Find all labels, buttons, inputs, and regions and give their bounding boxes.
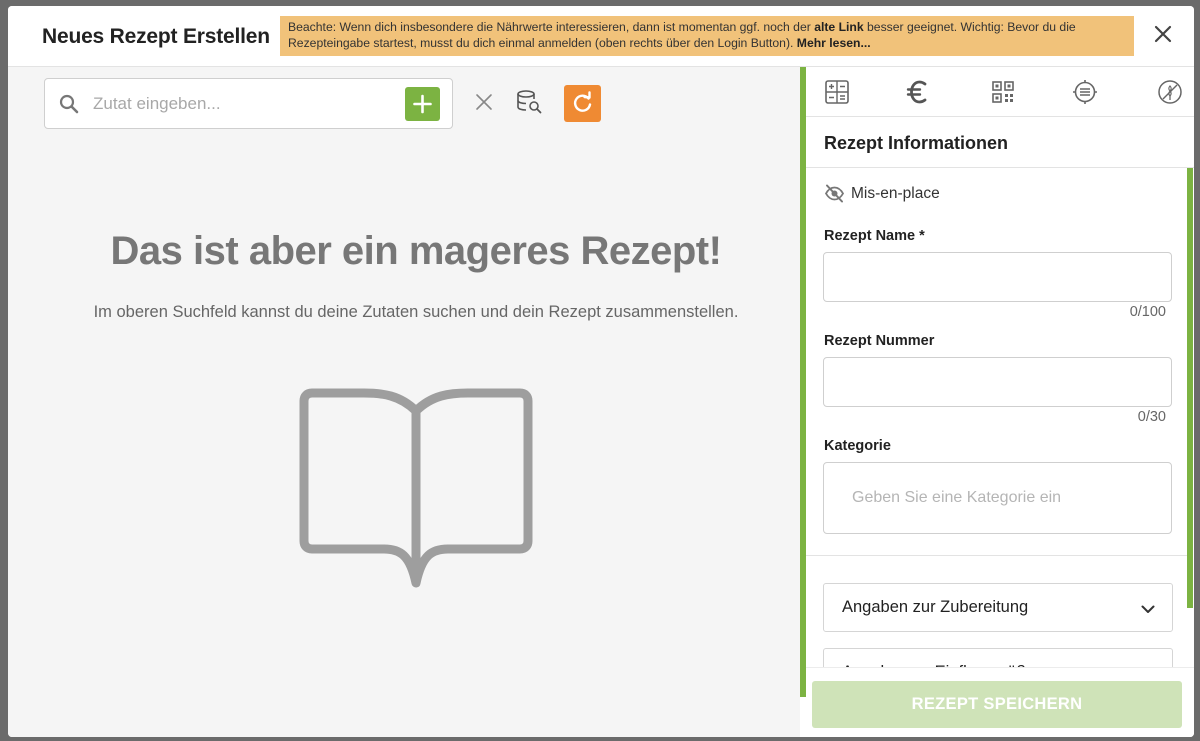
old-link[interactable]: alte Link: [814, 20, 863, 34]
recipe-number-label: Rezept Nummer: [824, 333, 935, 349]
modal-title: Neues Rezept Erstellen: [42, 25, 270, 48]
divider: [806, 555, 1187, 556]
close-icon: [476, 94, 492, 110]
side-tab-bar: [806, 67, 1194, 117]
accordion-preparation-label: Angaben zur Zubereitung: [842, 598, 1029, 616]
search-icon: [59, 94, 79, 114]
notice-banner: Beachte: Wenn dich insbesondere die Nähr…: [280, 16, 1134, 56]
scrollbar[interactable]: [1187, 168, 1193, 608]
empty-state-subtitle: Im oberen Suchfeld kannst du deine Zutat…: [93, 303, 739, 321]
divider: [806, 167, 1194, 168]
save-recipe-button[interactable]: REZEPT SPEICHERN: [812, 681, 1182, 728]
close-button[interactable]: [1152, 23, 1174, 45]
close-icon: [1154, 25, 1172, 43]
modal-header: Neues Rezept Erstellen Beachte: Wenn dic…: [8, 6, 1194, 67]
mise-en-place-label: Mis-en-place: [851, 185, 940, 202]
ingredient-search-box: [44, 78, 453, 129]
target-list-icon: [1073, 80, 1097, 104]
recipe-info-title: Rezept Informationen: [824, 133, 1009, 153]
recipe-number-counter: 0/30: [1137, 409, 1166, 425]
qr-code-icon: [992, 81, 1014, 103]
ingredient-search-input[interactable]: [93, 91, 393, 117]
wheat-icon: [1158, 80, 1182, 104]
database-search-button[interactable]: [515, 88, 543, 116]
tab-costs[interactable]: [904, 78, 932, 106]
database-search-icon: [517, 90, 542, 114]
category-label: Kategorie: [824, 438, 891, 454]
recipe-name-counter: 0/100: [1129, 304, 1166, 320]
new-recipe-modal: Neues Rezept Erstellen Beachte: Wenn dic…: [8, 6, 1194, 737]
recipe-name-label: Rezept Name *: [824, 228, 925, 244]
add-ingredient-button[interactable]: [405, 87, 440, 121]
accordion-preparation[interactable]: Angaben zur Zubereitung: [823, 583, 1173, 632]
recipe-info-panel: Rezept Informationen Mis-en-place Rezept…: [806, 67, 1194, 737]
clear-search-button[interactable]: [474, 92, 494, 112]
ingredient-panel: Das ist aber ein mageres Rezept! Im ober…: [8, 67, 800, 737]
category-input[interactable]: [823, 462, 1172, 534]
eye-off-icon: [824, 184, 845, 203]
tab-nutrition[interactable]: [823, 78, 851, 106]
calculator-icon: [825, 80, 849, 104]
recipe-name-input[interactable]: [823, 252, 1172, 302]
plus-icon: [413, 94, 432, 114]
chevron-down-icon: [1141, 605, 1155, 613]
panel-footer: REZEPT SPEICHERN: [806, 667, 1194, 737]
refresh-button[interactable]: [564, 85, 601, 122]
tab-gluten[interactable]: [1156, 78, 1184, 106]
euro-icon: [906, 80, 927, 104]
open-book-icon: [299, 388, 533, 588]
recipe-number-input[interactable]: [823, 357, 1172, 407]
tab-allergens[interactable]: [1071, 78, 1099, 106]
read-more-link[interactable]: Mehr lesen...: [797, 36, 871, 50]
tab-qr-code[interactable]: [989, 78, 1017, 106]
empty-state-title: Das ist aber ein mageres Rezept!: [110, 229, 722, 273]
refresh-icon: [573, 91, 592, 112]
notice-text-before: Beachte: Wenn dich insbesondere die Nähr…: [288, 20, 815, 34]
